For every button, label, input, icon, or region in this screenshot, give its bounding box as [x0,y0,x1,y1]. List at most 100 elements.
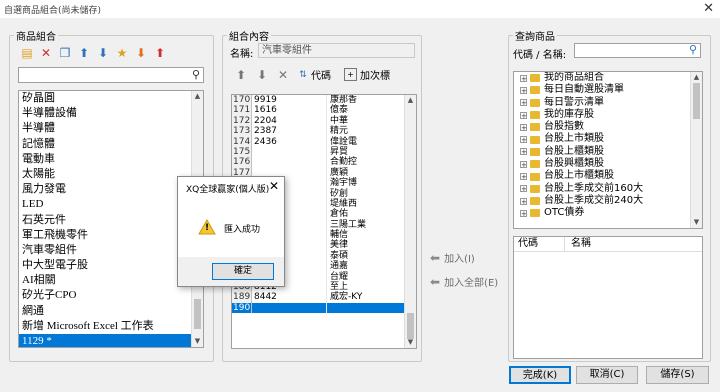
group-list-item[interactable]: 風力發電 [19,182,194,197]
tree-node[interactable]: + 台股上市類股 [514,133,702,145]
export-icon[interactable]: ⬆ [153,46,167,60]
dialog-ok-button[interactable]: 確定 [212,263,274,280]
name-column-header[interactable]: 名稱 [565,237,591,251]
table-row[interactable]: 190 [232,302,404,314]
tree-node[interactable]: + 我的庫存股 [514,109,702,121]
delete-icon[interactable]: ✕ [39,46,53,60]
tree-node-label: 我的商品組合 [544,72,604,83]
table-row[interactable]: 175 昇貿 [232,146,404,158]
folder-icon [530,135,540,144]
product-category-tree[interactable]: + 我的商品組合 + 每日自動選股清單 + 每日警示清單 + 我的庫存股 + 台股指數 + 台股上市類… [513,71,703,229]
search-icon[interactable]: ⚲ [192,68,200,81]
expand-icon[interactable]: + [520,86,527,94]
group-list-item[interactable]: 矽光子CPO [19,288,194,303]
group-list-item[interactable]: 半導體 [19,121,194,136]
name-cell: 康那香 [330,95,358,105]
search-icon[interactable]: ⚲ [689,43,697,56]
tree-node[interactable]: + 台股指數 [514,121,702,133]
move-up-icon[interactable]: ⬆ [77,46,91,60]
group-list-item[interactable]: 1129 * [19,334,194,347]
name-cell: 台耀 [330,271,349,282]
expand-icon[interactable]: + [520,99,527,107]
code-column-header[interactable]: 代碼 [514,237,565,251]
folder-icon [530,197,540,206]
new-folder-icon[interactable]: ▤ [20,46,34,60]
arrow-left-icon: ⬅ [430,250,441,265]
table-row[interactable]: 172 2204 中華 [232,115,404,127]
tree-node[interactable]: + 台股興櫃類股 [514,158,702,170]
group-list-item[interactable]: 太陽能 [19,167,194,182]
expand-icon[interactable]: + [520,111,527,119]
table-row[interactable]: 173 2387 精元 [232,126,404,137]
expand-icon[interactable]: + [520,123,527,131]
table-row[interactable]: 176 合勤控 [232,157,404,168]
folder-icon [530,123,540,132]
product-search-input[interactable]: ⚲ [574,43,701,58]
copy-icon[interactable]: ❐ [58,46,72,60]
delete-icon[interactable]: ✕ [276,68,290,82]
tree-node[interactable]: + 台股上市櫃類股 [514,170,702,182]
group-list-item[interactable]: 矽晶圓 [19,91,194,106]
tree-scrollbar[interactable]: ▲ ▼ [690,72,702,228]
table-row[interactable]: 171 1616 億泰 [232,105,404,116]
group-list-item[interactable]: 網通 [19,304,194,319]
group-list-item[interactable]: AI相關 [19,273,194,288]
tree-node[interactable]: + 台股上季成交前240大 [514,195,702,207]
expand-icon[interactable]: + [520,173,527,181]
sort-by-code-button[interactable]: ⇅ 代碼 [297,67,331,83]
cancel-button[interactable]: 取消(C) [576,366,638,384]
tree-node-label: 台股興櫃類股 [544,158,604,170]
expand-icon[interactable]: + [520,160,527,168]
move-down-icon[interactable]: ⬇ [96,46,110,60]
product-result-list[interactable]: 代碼 名稱 [513,236,703,359]
name-cell: 瀚宇博 [330,178,358,189]
expand-icon[interactable]: + [520,197,527,205]
group-list-item[interactable]: 軍工飛機零件 [19,228,194,243]
expand-icon[interactable]: + [520,148,527,156]
group-list-item[interactable]: 記憶體 [19,137,194,152]
row-number: 190 [232,302,252,314]
tree-node[interactable]: + 我的商品組合 [514,72,702,84]
move-down-icon[interactable]: ⬇ [255,68,269,82]
group-list-item[interactable]: LED [19,197,194,212]
name-cell: 三陽工業 [330,219,367,230]
group-search-input[interactable]: ⚲ [18,67,204,83]
group-list-item[interactable]: 新增 Microsoft Excel 工作表 [19,319,194,334]
import-icon[interactable]: ⬇ [134,46,148,60]
table-row[interactable]: 174 2436 偉詮電 [232,136,404,147]
add-secondary-button[interactable]: + 加次標 [344,67,390,82]
move-up-icon[interactable]: ⬆ [234,68,248,82]
group-list-item[interactable]: 汽車零組件 [19,243,194,258]
favorite-icon[interactable]: ★ [115,46,129,60]
tree-node[interactable]: + 每日警示清單 [514,97,702,109]
code-cell: 2204 [252,115,327,127]
code-cell: 2436 [252,136,327,147]
expand-icon[interactable]: + [520,185,527,193]
expand-icon[interactable]: + [520,209,527,217]
table-row[interactable]: 189 8442 威宏-KY [232,292,404,303]
dialog-close-icon[interactable]: ✕ [269,179,279,193]
content-grid-scrollbar[interactable]: ▲ ▼ [404,95,416,348]
tree-node[interactable]: + OTC債券 [514,207,702,219]
group-list-item[interactable]: 電動車 [19,152,194,167]
folder-icon [530,209,540,218]
group-name-field: 汽車零組件 [258,43,415,58]
group-list-item[interactable]: 石英元件 [19,213,194,228]
tree-node[interactable]: + 台股上季成交前160大 [514,183,702,195]
message-dialog: XQ全球贏家(個人版) ✕ ! 匯入成功 確定 [177,176,285,287]
arrow-left-icon: ⬅ [430,274,441,289]
table-row[interactable]: 170 9919 康那香 [232,95,404,106]
expand-icon[interactable]: + [520,74,527,82]
group-list-item[interactable]: 中大型電子股 [19,258,194,273]
add-button[interactable]: ⬅ 加入(I) [430,250,475,266]
row-number: 189 [232,292,252,303]
group-list-item[interactable]: 半導體設備 [19,106,194,121]
close-icon[interactable]: ✕ [703,1,714,16]
save-button[interactable]: 儲存(S) [646,366,709,384]
tree-node[interactable]: + 台股上櫃類股 [514,146,702,158]
tree-node[interactable]: + 每日自動選股清單 [514,84,702,96]
finish-button[interactable]: 完成(K) [509,366,571,384]
add-all-button[interactable]: ⬅ 加入全部(E) [430,274,498,290]
name-cell: 堤維西 [330,198,358,209]
expand-icon[interactable]: + [520,136,527,144]
